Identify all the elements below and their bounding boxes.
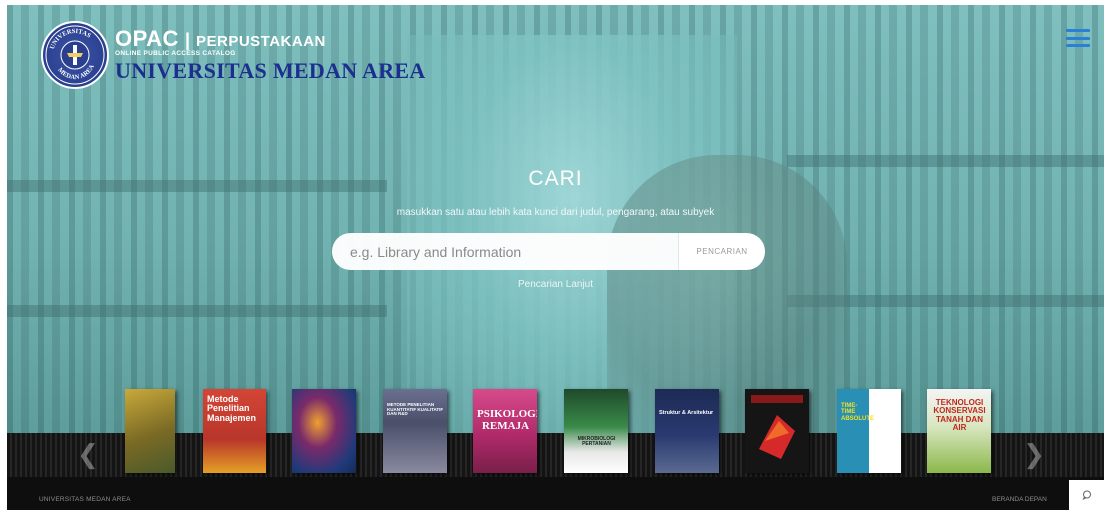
book-cover[interactable]: PSIKOLOGI REMAJA <box>473 389 537 473</box>
book-cover[interactable]: Metode Penelitian Manajemen <box>203 389 266 473</box>
chevron-left-icon[interactable]: ❮ <box>73 439 103 469</box>
logo-text: OPAC | PERPUSTAKAAN ONLINE PUBLIC ACCESS… <box>115 25 426 84</box>
book-title: METODE PENELITIAN KUANTITATIF KUALITATIF… <box>387 402 444 417</box>
perpustakaan-label: PERPUSTAKAAN <box>195 32 326 50</box>
catalog-subtitle: ONLINE PUBLIC ACCESS CATALOG <box>115 49 236 57</box>
chevron-right-icon[interactable]: ❯ <box>1019 439 1049 469</box>
university-name: UNIVERSITAS MEDAN AREA <box>115 58 426 84</box>
search-button[interactable]: PENCARIAN <box>678 233 765 270</box>
search-heading: CARI <box>528 167 583 190</box>
book-cover[interactable] <box>125 389 175 473</box>
book-cover[interactable]: MIKROBIOLOGI PERTANIAN <box>564 389 628 473</box>
book-cover[interactable] <box>292 389 356 473</box>
advanced-search-link[interactable]: Pencarian Lanjut <box>7 279 1104 290</box>
book-title: TEKNOLOGI KONSERVASI TANAH DAN AIR <box>933 398 986 433</box>
footer: UNIVERSITAS MEDAN AREA BERANDA DEPAN <box>7 477 1104 510</box>
university-seal-icon: UNIVERSITAS MEDAN AREA <box>41 21 109 89</box>
book-cover[interactable]: TEKNOLOGI KONSERVASI TANAH DAN AIR <box>927 389 991 473</box>
book-cover[interactable]: TIME-TIME ABSOLUTE <box>837 389 901 473</box>
book-title: PSIKOLOGI REMAJA <box>477 408 537 432</box>
search-bar: PENCARIAN <box>332 233 765 270</box>
book-cover[interactable] <box>745 389 809 473</box>
book-title: Metode Penelitian Manajemen <box>207 394 257 423</box>
logo-separator: | <box>184 29 190 50</box>
hamburger-menu-icon[interactable] <box>1066 29 1090 47</box>
book-title: MIKROBIOLOGI PERTANIAN <box>577 436 616 448</box>
footer-university: UNIVERSITAS MEDAN AREA <box>39 496 131 503</box>
book-cover[interactable]: METODE PENELITIAN KUANTITATIF KUALITATIF… <box>383 389 447 473</box>
home-link[interactable]: BERANDA DEPAN <box>992 496 1047 503</box>
book-cover[interactable]: Struktur & Arsitektur <box>655 389 719 473</box>
page: UNIVERSITAS MEDAN AREA OPAC | PERPUSTAKA… <box>7 5 1104 510</box>
book-title: Struktur & Arsitektur <box>659 410 714 416</box>
opac-label: OPAC <box>115 25 179 51</box>
book-title: TIME-TIME ABSOLUTE <box>841 403 874 422</box>
search-input[interactable] <box>332 233 678 270</box>
search-hint: masukkan satu atau lebih kata kunci dari… <box>396 207 715 218</box>
chat-bubble-icon[interactable] <box>1069 480 1104 510</box>
site-logo[interactable]: UNIVERSITAS MEDAN AREA OPAC | PERPUSTAKA… <box>41 21 426 89</box>
